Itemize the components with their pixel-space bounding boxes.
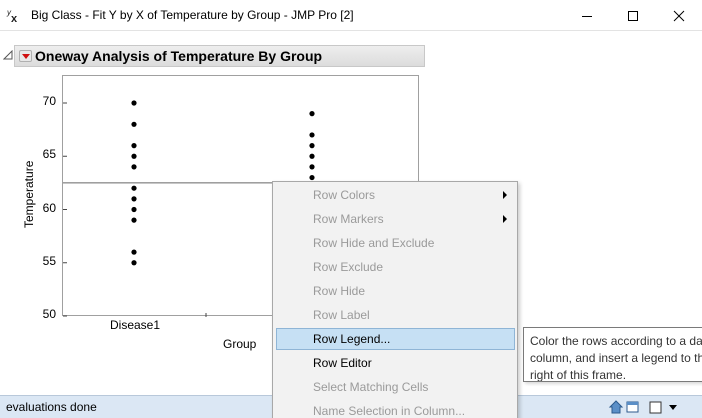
outline-title: Oneway Analysis of Temperature By Group [35, 48, 323, 64]
data-point[interactable] [131, 249, 137, 255]
menu-item-row-markers[interactable]: Row Markers [276, 208, 515, 230]
y-tick-label: 70 [42, 94, 56, 108]
menu-item-row-exclude[interactable]: Row Exclude [276, 256, 515, 278]
data-point[interactable] [131, 196, 137, 202]
window-list-icon[interactable] [625, 399, 641, 415]
home-icon[interactable] [608, 399, 624, 415]
maximize-button[interactable] [610, 0, 656, 31]
maximize-icon [628, 10, 638, 21]
menu-item-row-editor[interactable]: Row Editor [276, 352, 515, 374]
context-menu: Row Colors Row Markers Row Hide and Exclud… [272, 181, 518, 418]
data-point[interactable] [131, 206, 137, 213]
data-point[interactable] [309, 143, 315, 149]
tooltip-line: Color the rows according to a da [530, 334, 702, 348]
title-bar: yx Big Class - Fit Y by X of Temperature… [0, 0, 702, 31]
minimize-icon [582, 15, 592, 17]
outline-header: Oneway Analysis of Temperature By Group [14, 45, 425, 67]
close-button[interactable] [656, 0, 702, 31]
status-text: evaluations done [6, 400, 97, 414]
data-point[interactable] [131, 153, 137, 159]
y-tick-label: 50 [42, 307, 56, 321]
jmp-app-icon: yx [7, 8, 18, 25]
tooltip-line: right of this frame. [530, 368, 627, 382]
menu-item-row-hide-and-exclude[interactable]: Row Hide and Exclude [276, 232, 515, 254]
y-axis-label: Temperature [22, 160, 36, 228]
data-point[interactable] [131, 100, 137, 106]
data-point[interactable] [309, 111, 315, 117]
menu-item-row-hide[interactable]: Row Hide [276, 280, 515, 302]
menu-item-row-colors[interactable]: Row Colors [276, 184, 515, 206]
menu-item-select-matching-cells[interactable]: Select Matching Cells [276, 376, 515, 398]
menu-item-row-legend[interactable]: Row Legend... [276, 328, 515, 350]
window-layout-icon[interactable] [648, 399, 664, 415]
y-tick-label: 55 [42, 253, 56, 268]
data-point[interactable] [309, 174, 315, 181]
submenu-arrow-icon [503, 215, 507, 223]
data-point[interactable] [131, 121, 137, 127]
tooltip-line: column, and insert a legend to th [530, 351, 702, 365]
red-triangle-menu-icon[interactable] [19, 50, 32, 62]
data-point[interactable] [131, 185, 137, 191]
menu-item-name-selection-in-column[interactable]: Name Selection in Column... [276, 400, 515, 418]
collapse-triangle-icon[interactable] [3, 50, 13, 60]
x-axis-label: Group [223, 337, 257, 351]
data-point[interactable] [131, 217, 137, 223]
data-point[interactable] [131, 143, 137, 149]
y-tick-label: 65 [42, 147, 56, 162]
data-point[interactable] [131, 164, 137, 170]
x-category-label: Disease1 [110, 318, 161, 332]
menu-item-row-label[interactable]: Row Label [276, 304, 515, 326]
minimize-button[interactable] [564, 0, 610, 31]
chevron-down-icon[interactable] [665, 399, 681, 415]
data-point[interactable] [131, 260, 137, 266]
window-title: Big Class - Fit Y by X of Temperature by… [31, 8, 354, 22]
close-icon [673, 10, 685, 21]
data-point[interactable] [309, 132, 315, 138]
data-point[interactable] [309, 153, 315, 159]
data-point[interactable] [309, 164, 315, 170]
submenu-arrow-icon [503, 191, 507, 199]
row-legend-tooltip: Color the rows according to a da column,… [523, 327, 702, 382]
